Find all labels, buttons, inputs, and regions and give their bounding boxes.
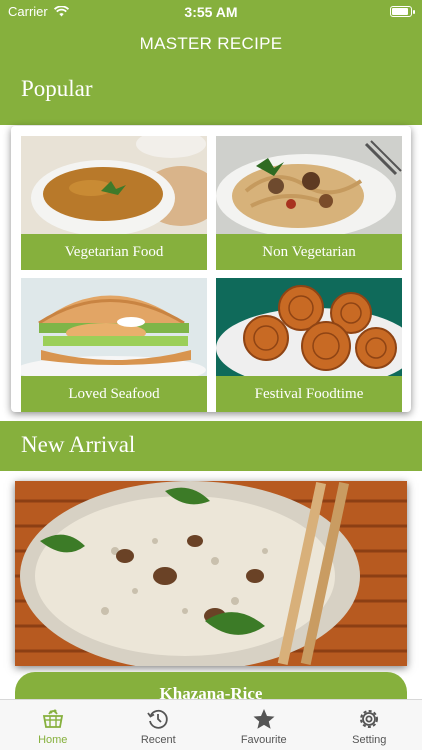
pasta-plate-image	[216, 136, 402, 234]
fish-burger-image	[21, 278, 207, 376]
tile-label: Non Vegetarian	[216, 234, 402, 270]
chakli-image	[216, 278, 402, 376]
category-tile-seafood[interactable]: Loved Seafood	[21, 278, 207, 412]
tab-bar: Home Recent Favourite Setting	[0, 699, 422, 750]
app-title: MASTER RECIPE	[139, 34, 283, 53]
status-bar: Carrier 3:55 AM	[0, 0, 422, 24]
category-tile-vegetarian[interactable]: Vegetarian Food	[21, 136, 207, 270]
popular-categories-panel: Vegetarian Food Non Vegetarian Loved Sea…	[11, 126, 411, 412]
category-tile-festival[interactable]: Festival Foodtime	[216, 278, 402, 412]
tab-label: Recent	[140, 734, 176, 746]
tab-favourite[interactable]: Favourite	[211, 700, 317, 750]
gear-icon	[360, 710, 379, 728]
battery-icon	[390, 6, 415, 17]
tile-label: Loved Seafood	[21, 376, 207, 412]
dal-bowl-image	[21, 136, 207, 234]
history-icon	[147, 709, 168, 729]
clock: 3:55 AM	[184, 4, 238, 20]
tab-label: Favourite	[240, 734, 287, 746]
tab-home[interactable]: Home	[0, 700, 106, 750]
tab-label: Home	[38, 734, 68, 746]
new-arrival-heading: New Arrival	[21, 432, 136, 457]
home-basket-icon	[42, 709, 63, 728]
new-arrival-image-card[interactable]	[15, 481, 407, 666]
new-arrival-header: New Arrival	[0, 421, 422, 471]
tile-label: Vegetarian Food	[21, 234, 207, 270]
header-bar: Carrier 3:55 AM MASTER RECIPE Popular	[0, 0, 422, 125]
tab-setting[interactable]: Setting	[317, 700, 422, 750]
star-icon	[253, 709, 275, 729]
rice-bowl-image	[15, 481, 407, 666]
tile-label: Festival Foodtime	[216, 376, 402, 412]
tab-recent[interactable]: Recent	[106, 700, 212, 750]
category-tile-non-vegetarian[interactable]: Non Vegetarian	[216, 136, 402, 270]
tab-label: Setting	[352, 734, 387, 746]
popular-heading: Popular	[21, 76, 93, 101]
